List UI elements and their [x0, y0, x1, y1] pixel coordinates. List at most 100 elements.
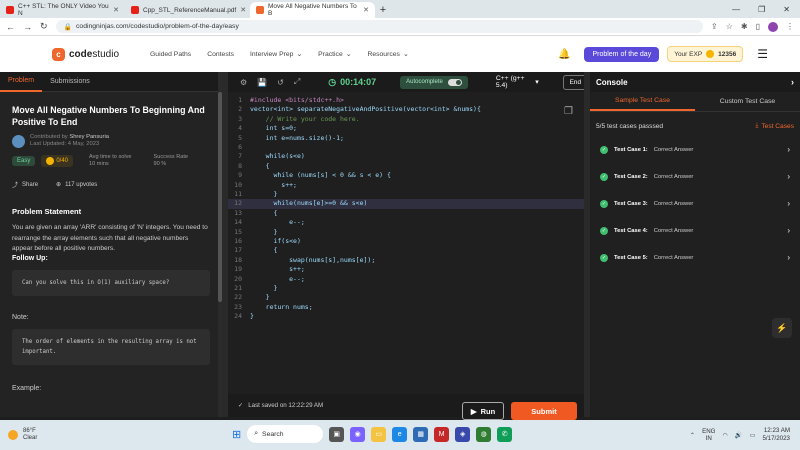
code-line[interactable]: 19 s++; [228, 265, 588, 274]
share-icon[interactable]: ⇪ [711, 22, 718, 31]
save-icon[interactable]: 💾 [257, 78, 267, 87]
test-case-row[interactable]: ✓ Test Case 1: Correct Answer › [590, 136, 800, 163]
star-icon[interactable]: ☆ [726, 22, 733, 31]
file-explorer-icon[interactable]: ▭ [371, 426, 387, 442]
contributor-name[interactable]: Shrey Pansuria [69, 134, 109, 140]
whatsapp-icon[interactable]: ✆ [497, 426, 513, 442]
code-line[interactable]: 22 } [228, 293, 588, 302]
code-line[interactable]: 21 } [228, 284, 588, 293]
code-area[interactable]: 1 #include <bits/stdc++.h> 2 vector<int> se… [228, 96, 588, 386]
language-select[interactable]: C++ (g++ 5.4) ▾ [496, 75, 539, 89]
wifi-icon[interactable]: ◠ [722, 432, 727, 439]
chrome-icon[interactable]: ◍ [476, 426, 492, 442]
code-line[interactable]: 8 { [228, 162, 588, 171]
windows-start-icon[interactable]: ⊞ [232, 428, 241, 441]
code-line[interactable]: 2 vector<int> separateNegativeAndPositive… [228, 105, 588, 114]
forward-icon[interactable]: → [23, 22, 32, 32]
close-icon[interactable]: ✕ [113, 6, 119, 14]
submit-button[interactable]: Submit [511, 402, 577, 420]
language-indicator[interactable]: ENG IN [702, 428, 715, 442]
clock-icon: ◷ [328, 76, 337, 87]
chevron-right-icon[interactable]: › [791, 77, 794, 87]
upvote-button[interactable]: ⊕ 117 upvotes [56, 180, 97, 189]
test-cases-download[interactable]: ⤓ Test Cases [755, 122, 794, 130]
tab-custom-test-case[interactable]: Custom Test Case [695, 92, 800, 111]
code-line[interactable]: 11 } [228, 190, 588, 199]
volume-icon[interactable]: 🔊 [735, 431, 743, 439]
task-view-icon[interactable]: ▣ [329, 426, 345, 442]
tab-sample-test-case[interactable]: Sample Test Case [590, 92, 695, 111]
fullscreen-icon[interactable]: ⤢ [294, 77, 300, 87]
line-number: 13 [234, 208, 242, 217]
code-line[interactable]: 1 #include <bits/stdc++.h> [228, 96, 588, 105]
tab-submissions[interactable]: Submissions [42, 72, 98, 92]
minimize-icon[interactable]: — [732, 5, 740, 14]
test-case-row[interactable]: ✓ Test Case 5: Correct Answer › [590, 244, 800, 271]
menu-dots-icon[interactable]: ⋮ [786, 22, 794, 31]
hamburger-menu-icon[interactable]: ☰ [757, 47, 768, 61]
code-line[interactable]: 17 { [228, 246, 588, 255]
sidepanel-icon[interactable]: ▯ [756, 22, 760, 31]
code-line[interactable]: 9 while (nums[s] < 0 && s < e) { [228, 171, 588, 180]
test-case-row[interactable]: ✓ Test Case 4: Correct Answer › [590, 217, 800, 244]
back-icon[interactable]: ← [6, 22, 15, 32]
code-line[interactable]: 6 [228, 143, 588, 152]
close-window-icon[interactable]: ✕ [783, 5, 790, 14]
codestudio-logo[interactable]: c code studio [52, 47, 132, 61]
browser-tab-3[interactable]: Move All Negative Numbers To B ✕ [250, 2, 375, 18]
code-line[interactable]: 4 int s=0; [228, 124, 588, 133]
code-line[interactable]: 7 while(s<e) [228, 152, 588, 161]
code-line[interactable]: 3 // Write your code here. [228, 115, 588, 124]
tab-problem[interactable]: Problem [0, 72, 43, 92]
browser-tab-1[interactable]: C++ STL: The ONLY Video You N ✕ [0, 2, 125, 18]
close-icon[interactable]: ✕ [240, 6, 246, 14]
code-line[interactable]: 18 swap(nums[s],nums[e]); [228, 256, 588, 265]
chevron-up-icon[interactable]: ⌃ [690, 432, 695, 439]
code-line[interactable]: 20 e--; [228, 275, 588, 284]
reload-icon[interactable]: ↻ [40, 21, 48, 32]
edge-icon[interactable]: e [392, 426, 408, 442]
extensions-icon[interactable]: ✱ [741, 22, 748, 31]
share-button[interactable]: ⤴ Share [12, 180, 38, 190]
nav-interview-prep[interactable]: Interview Prep ⌄ [250, 50, 302, 59]
new-tab-button[interactable]: + [375, 2, 391, 18]
code-line[interactable]: 24} [228, 312, 588, 321]
close-icon[interactable]: ✕ [363, 6, 369, 14]
problem-of-the-day-button[interactable]: Problem of the day [584, 46, 660, 62]
nav-contests[interactable]: Contests [207, 50, 234, 58]
battery-icon[interactable]: ▭ [750, 432, 756, 439]
bell-icon[interactable]: 🔔 [558, 49, 570, 60]
code-line[interactable]: 5 int e=nums.size()-1; [228, 134, 588, 143]
run-button[interactable]: ▶ Run [462, 402, 504, 420]
nav-guided-paths[interactable]: Guided Paths [150, 50, 191, 58]
vscode-icon[interactable]: ◈ [455, 426, 471, 442]
taskbar-search[interactable]: ⌕ Search [247, 425, 324, 443]
chat-icon[interactable]: ◉ [350, 426, 366, 442]
autocomplete-toggle[interactable]: Autocomplete [400, 75, 468, 89]
exp-badge[interactable]: Your EXP 12356 [667, 46, 744, 62]
maximize-icon[interactable]: ❐ [758, 5, 765, 14]
mcafee-icon[interactable]: M [434, 426, 450, 442]
settings-gear-icon[interactable]: ⚙ [240, 78, 247, 87]
browser-tab-2[interactable]: Cpp_STL_ReferenceManual.pdf ✕ [125, 2, 250, 18]
nav-resources[interactable]: Resources ⌄ [367, 50, 408, 59]
code-line[interactable]: 16 if(s<e) [228, 237, 588, 246]
profile-avatar[interactable] [768, 21, 778, 32]
test-case-row[interactable]: ✓ Test Case 2: Correct Answer › [590, 163, 800, 190]
reset-icon[interactable]: ↺ [277, 78, 284, 87]
code-line[interactable]: 12 while(nums[e]>=0 && s<e) [228, 199, 588, 209]
weather-widget[interactable]: 86°F Clear [8, 428, 37, 442]
test-case-row[interactable]: ✓ Test Case 3: Correct Answer › [590, 190, 800, 217]
clock[interactable]: 12:23 AM 5/17/2023 [762, 427, 790, 443]
code-line[interactable]: 10 s++; [228, 181, 588, 190]
assistant-icon[interactable]: ⚡ [772, 318, 792, 338]
code-line[interactable]: 23 return nums; [228, 303, 588, 312]
code-line[interactable]: 14 e--; [228, 218, 588, 227]
nav-practice[interactable]: Practice ⌄ [318, 50, 351, 59]
store-icon[interactable]: ▦ [413, 426, 429, 442]
toggle-switch[interactable] [447, 78, 462, 86]
code-line[interactable]: 13 { [228, 209, 588, 218]
copy-icon[interactable]: ❐ [564, 106, 573, 117]
code-line[interactable]: 15 } [228, 228, 588, 237]
url-field[interactable]: 🔒 codingninjas.com/codestudio/problem-of… [55, 20, 704, 33]
